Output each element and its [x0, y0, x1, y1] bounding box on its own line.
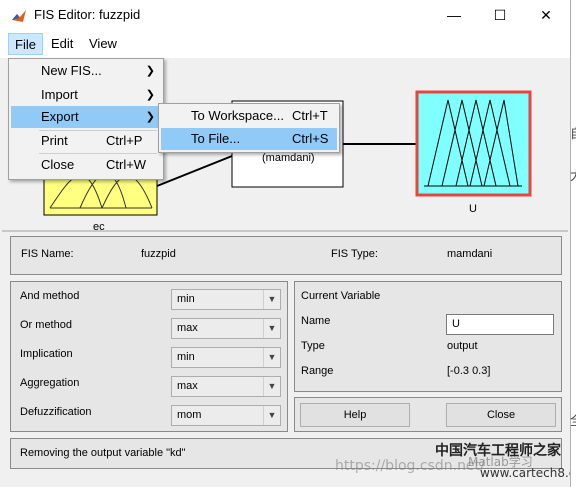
menu-item-print[interactable]: Print Ctrl+P — [9, 130, 161, 152]
matlab-app-icon — [12, 10, 26, 22]
fis-info-panel: FIS Name: fuzzpid FIS Type: mamdani — [10, 236, 562, 275]
print-shortcut: Ctrl+P — [106, 133, 143, 148]
to-file-label: To File... — [191, 131, 241, 146]
watermark-url: https://blog.csdn.net/ — [335, 458, 485, 474]
and-method-label: And method — [20, 290, 80, 302]
current-variable-panel: Current Variable Name U Type output Rang… — [294, 281, 562, 392]
chevron-down-icon: ▼ — [263, 348, 280, 367]
aggregation-label: Aggregation — [20, 377, 80, 389]
to-workspace-shortcut: Ctrl+T — [292, 108, 328, 123]
input-connector — [156, 155, 233, 187]
status-message: Removing the output variable "kd" — [20, 447, 186, 459]
and-method-value: min — [177, 293, 195, 305]
defuzzification-label: Defuzzification — [20, 406, 92, 418]
menu-item-new-fis[interactable]: New FIS... ❯ — [9, 60, 161, 82]
import-label: Import — [41, 87, 78, 102]
or-method-value: max — [177, 322, 198, 334]
variable-name-label: Name — [301, 315, 331, 327]
background-text-2: 大 — [570, 165, 576, 184]
menu-item-to-file[interactable]: To File... Ctrl+S — [161, 128, 337, 150]
chevron-right-icon: ❯ — [145, 111, 155, 123]
chevron-down-icon: ▼ — [263, 290, 280, 309]
menu-item-close[interactable]: Close Ctrl+W — [9, 154, 161, 176]
fis-name-label: FIS Name: — [21, 248, 74, 260]
close-window-button[interactable]: ✕ — [526, 4, 566, 26]
variable-type-value: output — [447, 340, 478, 352]
file-menu-dropdown: New FIS... ❯ Import ❯ Export ❯ Print Ctr… — [8, 58, 164, 180]
methods-panel: And method min ▼ Or method max ▼ Implicati… — [10, 281, 288, 432]
watermark-site-url: www.cartech8.com — [480, 466, 570, 480]
menu-bar: File Edit View — [0, 30, 570, 58]
or-method-select[interactable]: max ▼ — [171, 318, 281, 339]
watermark-site-cn: 中国汽车工程师之家 — [435, 443, 561, 459]
output-u-label: U — [469, 203, 477, 215]
variable-name-field[interactable]: U — [446, 314, 554, 335]
and-method-select[interactable]: min ▼ — [171, 289, 281, 310]
export-label: Export — [41, 109, 79, 124]
implication-value: min — [177, 351, 195, 363]
close-label: Close — [41, 157, 75, 172]
menu-file[interactable]: File — [8, 33, 43, 55]
aggregation-value: max — [177, 380, 198, 392]
menu-item-import[interactable]: Import ❯ — [9, 84, 161, 106]
chevron-down-icon: ▼ — [263, 406, 280, 425]
chevron-down-icon: ▼ — [263, 377, 280, 396]
defuzzification-value: mom — [177, 409, 202, 421]
fis-type-label: FIS Type: — [331, 248, 378, 260]
current-variable-heading: Current Variable — [301, 290, 381, 302]
help-button[interactable]: Help — [300, 403, 410, 427]
system-type-label: (mamdani) — [262, 152, 315, 164]
output-variable-u[interactable] — [415, 90, 532, 197]
new-fis-label: New FIS... — [41, 63, 102, 78]
fis-name-value: fuzzpid — [141, 248, 176, 260]
chevron-down-icon: ▼ — [263, 319, 280, 338]
implication-select[interactable]: min ▼ — [171, 347, 281, 368]
chevron-right-icon: ❯ — [145, 65, 155, 77]
to-file-shortcut: Ctrl+S — [292, 131, 329, 146]
minimize-button[interactable]: — — [434, 4, 474, 26]
to-workspace-label: To Workspace... — [191, 108, 284, 123]
variable-range-value: [-0.3 0.3] — [447, 365, 491, 377]
print-label: Print — [41, 133, 68, 148]
close-button[interactable]: Close — [446, 403, 556, 427]
defuzzification-select[interactable]: mom ▼ — [171, 405, 281, 426]
maximize-button[interactable]: ☐ — [480, 4, 520, 26]
chevron-right-icon: ❯ — [145, 89, 155, 101]
background-text-3: 全 — [570, 410, 576, 429]
title-bar: FIS Editor: fuzzpid — ☐ ✕ — [0, 0, 570, 30]
variable-range-label: Range — [301, 365, 334, 377]
or-method-label: Or method — [20, 319, 72, 331]
menu-item-to-workspace[interactable]: To Workspace... Ctrl+T — [159, 105, 337, 127]
window-title: FIS Editor: fuzzpid — [34, 7, 141, 22]
divider — [2, 230, 568, 232]
menu-edit[interactable]: Edit — [45, 33, 79, 55]
variable-name-value: U — [452, 318, 460, 330]
close-shortcut: Ctrl+W — [106, 157, 147, 172]
fis-type-value: mamdani — [447, 248, 493, 260]
variable-type-label: Type — [301, 340, 325, 352]
menu-view[interactable]: View — [83, 33, 123, 55]
export-submenu: To Workspace... Ctrl+T To File... Ctrl+S — [158, 103, 340, 153]
implication-label: Implication — [20, 348, 73, 360]
aggregation-select[interactable]: max ▼ — [171, 376, 281, 397]
fis-editor-window: FIS Editor: fuzzpid — ☐ ✕ File Edit View — [0, 0, 571, 487]
buttons-panel: Help Close — [294, 397, 562, 432]
background-text-1: 自 — [570, 123, 576, 142]
menu-item-export[interactable]: Export ❯ — [11, 106, 161, 128]
